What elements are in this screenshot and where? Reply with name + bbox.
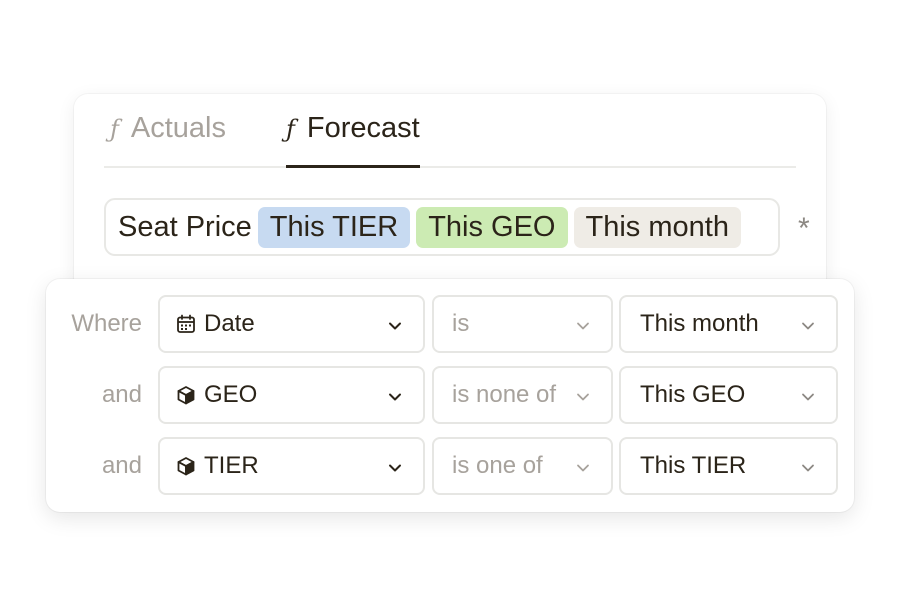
formula-metric: Seat Price [118,210,252,243]
filter-connector: and [101,452,142,479]
stage: ƒ Actuals ƒ Forecast Seat Price This TIE… [0,0,900,601]
cube-icon [176,456,196,476]
field-select-label: Date [204,310,255,337]
formula-chip-tier[interactable]: This TIER [257,206,411,248]
operator-select-label: is [452,310,470,337]
chevron-down-icon [577,464,589,472]
formula-chip-geo[interactable]: This GEO [416,206,568,248]
tab-actuals[interactable]: ƒ Actuals [110,112,226,166]
chevron-down-icon [802,464,814,472]
operator-select[interactable]: is one of [432,437,613,495]
operator-select-label: is one of [452,452,543,479]
value-select[interactable]: This TIER [619,437,838,495]
operator-select-label: is none of [452,381,557,408]
filter-row: and GEO is none of This GEO [46,366,854,424]
chevron-down-icon [577,393,589,401]
tab-forecast-label: Forecast [306,112,420,144]
filter-connector: Where [71,310,142,337]
formula-chip-month[interactable]: This month [573,206,741,248]
value-select-label: This TIER [640,452,747,479]
filter-connector: and [101,381,142,408]
cube-icon [176,385,196,405]
chevron-down-icon [389,464,401,472]
multiply-operator: * [798,212,810,245]
chevron-down-icon [802,393,814,401]
function-icon: ƒ [110,115,119,143]
tab-forecast[interactable]: ƒ Forecast [286,112,420,168]
value-select[interactable]: This month [619,295,838,353]
tab-actuals-label: Actuals [130,112,226,144]
chevron-down-icon [389,322,401,330]
field-select[interactable]: TIER [158,437,425,495]
filter-row: Where Date is This month [46,295,854,353]
field-select[interactable]: Date [158,295,425,353]
value-select[interactable]: This GEO [619,366,838,424]
operator-select[interactable]: is none of [432,366,613,424]
formula-input[interactable]: Seat Price This TIER This GEO This month [104,198,780,256]
field-select-label: TIER [204,452,259,479]
chevron-down-icon [389,393,401,401]
chevron-down-icon [802,322,814,330]
calendar-icon [176,314,196,334]
value-select-label: This month [640,310,759,337]
field-select[interactable]: GEO [158,366,425,424]
field-select-label: GEO [204,381,258,408]
tab-bar: ƒ Actuals ƒ Forecast [104,104,796,168]
operator-select[interactable]: is [432,295,613,353]
chevron-down-icon [577,322,589,330]
function-icon: ƒ [286,115,295,143]
value-select-label: This GEO [640,381,746,408]
filter-row: and TIER is one of This TIER [46,437,854,495]
filter-card: Where Date is This month and GEO is none… [46,279,854,512]
